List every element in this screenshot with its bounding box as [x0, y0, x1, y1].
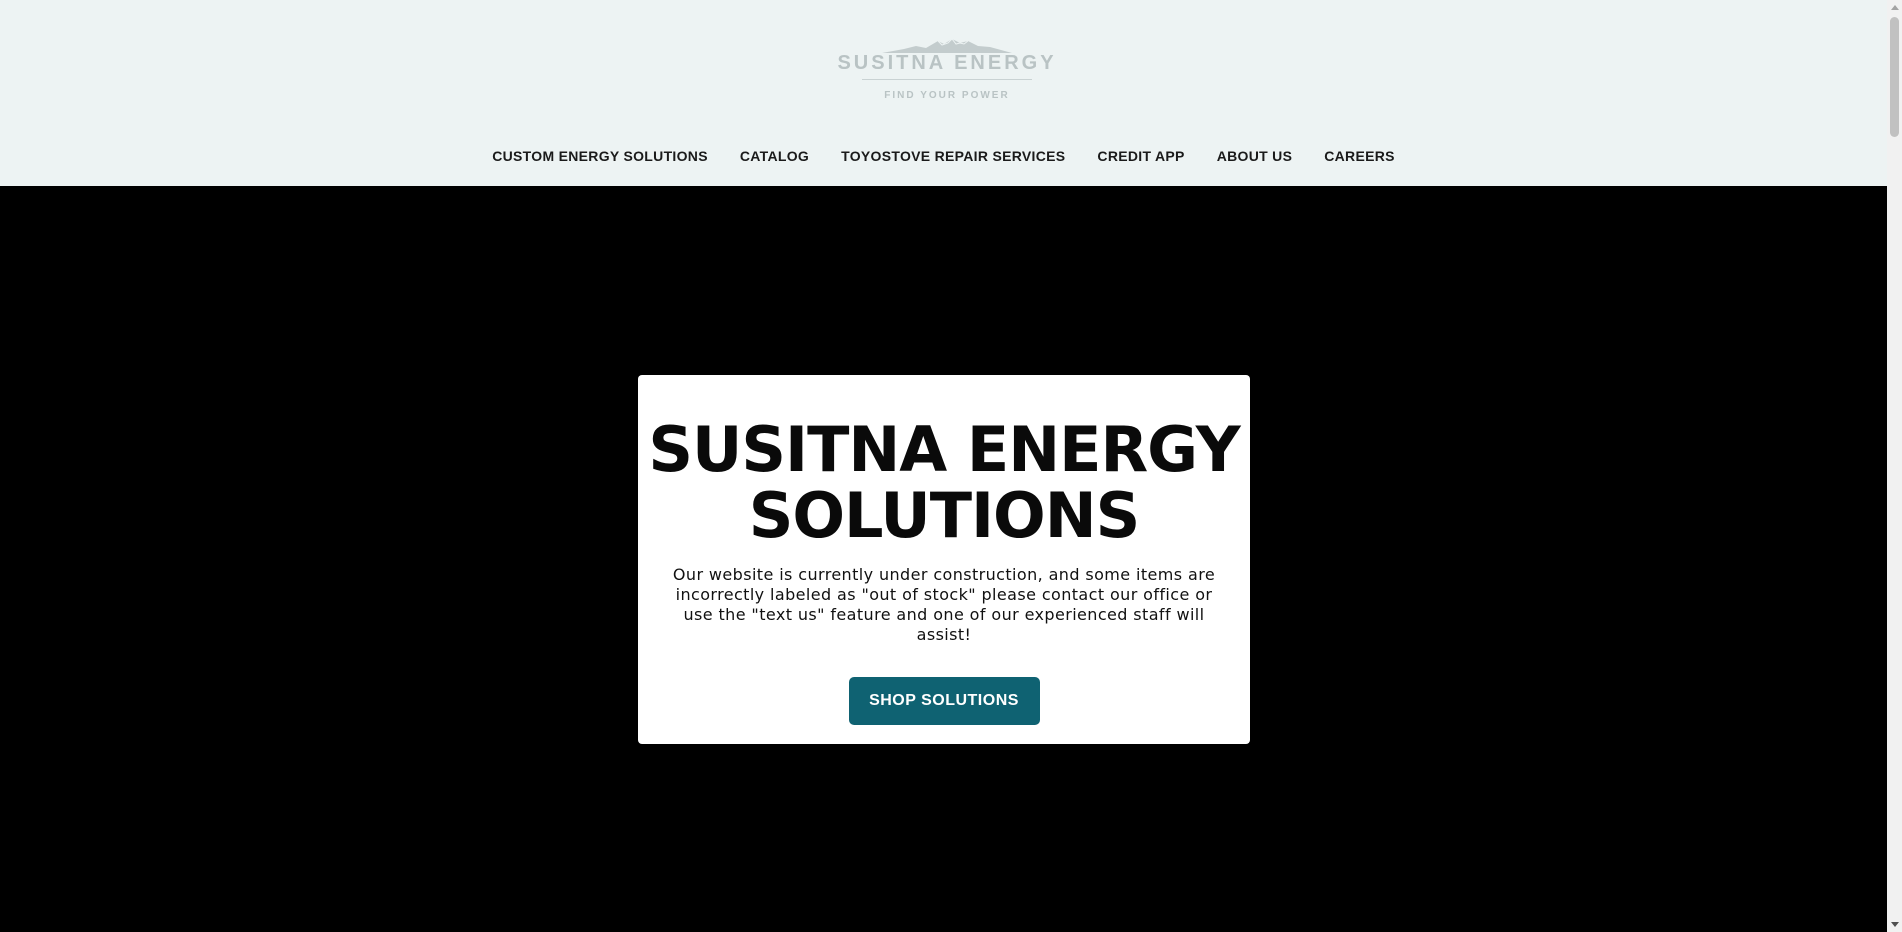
hero-card: SUSITNA ENERGY SOLUTIONS Our website is …	[638, 375, 1250, 744]
main-nav: CUSTOM ENERGY SOLUTIONS CATALOG TOYOSTOV…	[0, 145, 1887, 167]
nav-item-careers[interactable]: CAREERS	[1308, 145, 1411, 167]
arrow-up-icon[interactable]	[1887, 0, 1902, 15]
site-header: SUSITNA ENERGY FIND YOUR POWER CUSTOM EN…	[0, 0, 1887, 186]
nav-item-toyostove-repair-services[interactable]: TOYOSTOVE REPAIR SERVICES	[825, 145, 1081, 167]
page: SUSITNA ENERGY FIND YOUR POWER CUSTOM EN…	[0, 0, 1887, 932]
shop-solutions-button[interactable]: SHOP SOLUTIONS	[848, 677, 1040, 725]
hero-message: Our website is currently under construct…	[672, 565, 1216, 644]
hero-title: SUSITNA ENERGY SOLUTIONS	[648, 413, 1240, 552]
nav-item-catalog[interactable]: CATALOG	[724, 145, 825, 167]
arrow-down-icon[interactable]	[1887, 917, 1902, 932]
nav-item-credit-app[interactable]: CREDIT APP	[1081, 145, 1200, 167]
logo-tagline: FIND YOUR POWER	[884, 90, 1010, 101]
vertical-scrollbar[interactable]	[1887, 0, 1902, 932]
logo-name: SUSITNA ENERGY	[837, 52, 1057, 74]
site-logo[interactable]: SUSITNA ENERGY FIND YOUR POWER	[837, 38, 1054, 112]
nav-item-about-us[interactable]: ABOUT US	[1201, 145, 1309, 167]
nav-item-custom-energy-solutions[interactable]: CUSTOM ENERGY SOLUTIONS	[476, 145, 724, 167]
logo-divider	[862, 79, 1032, 80]
scrollbar-thumb[interactable]	[1890, 17, 1899, 137]
